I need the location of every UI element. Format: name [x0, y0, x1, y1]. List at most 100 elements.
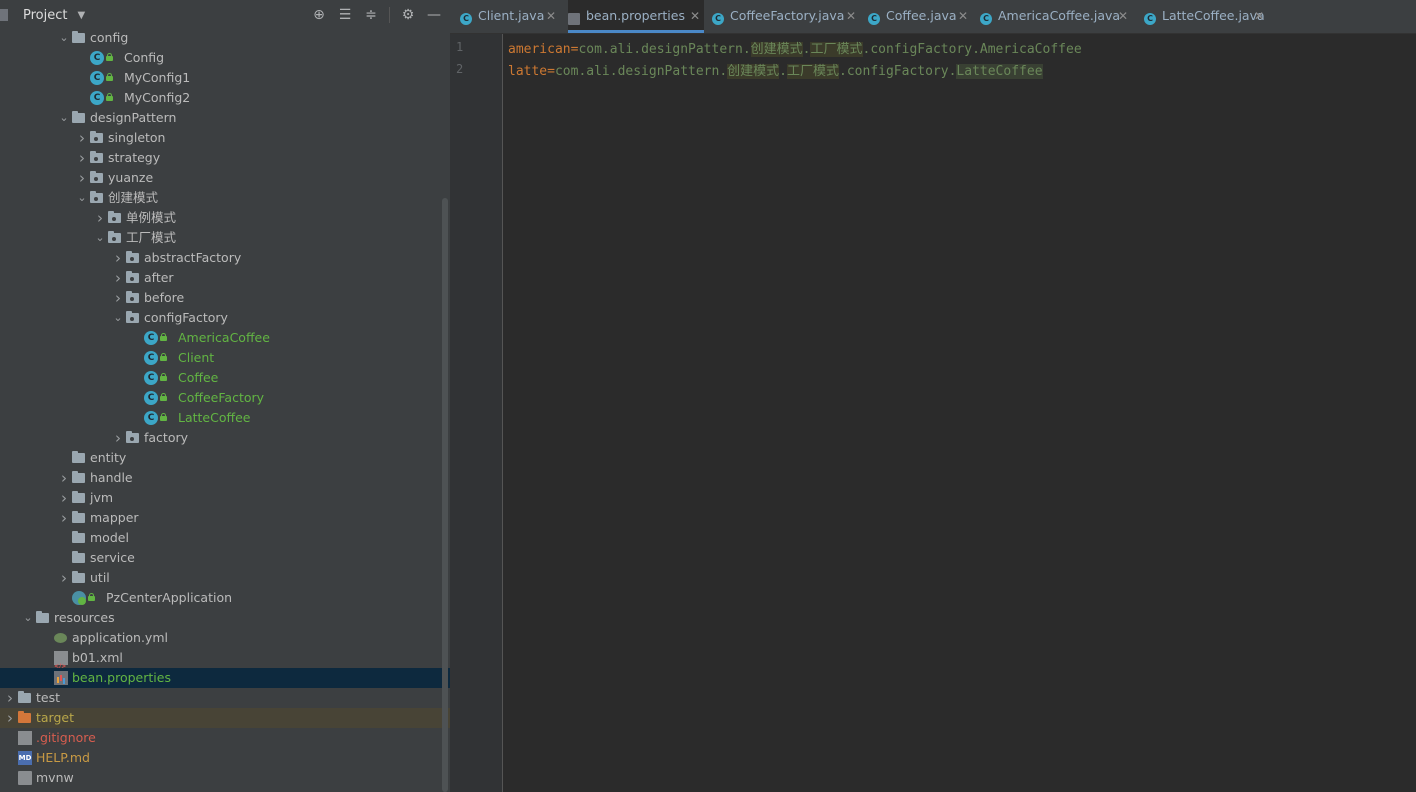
hide-icon[interactable]: —: [424, 5, 444, 25]
close-icon[interactable]: ✕: [1118, 0, 1128, 36]
tree-item[interactable]: ⌄ config: [0, 28, 450, 48]
tree-item-label: util: [90, 570, 110, 585]
tree-item[interactable]: ⌄ configFactory: [0, 308, 450, 328]
tree-scrollbar[interactable]: [442, 198, 448, 792]
code-line[interactable]: american=com.ali.designPattern.创建模式.工厂模式…: [508, 38, 1082, 57]
tree-item[interactable]: › target: [0, 708, 450, 728]
tree-item[interactable]: C Client: [0, 348, 450, 368]
line-number: 2: [456, 62, 464, 76]
settings-icon[interactable]: ⚙: [398, 5, 418, 25]
project-title[interactable]: Project: [23, 8, 67, 23]
expand-all-icon[interactable]: ☰: [335, 5, 355, 25]
tree-item-label: CoffeeFactory: [178, 390, 265, 405]
locate-icon[interactable]: ⊕: [309, 5, 329, 25]
chevron-down-icon[interactable]: ⌄: [76, 188, 88, 208]
tree-item[interactable]: C MyConfig1: [0, 68, 450, 88]
tree-item[interactable]: model: [0, 528, 450, 548]
chevron-right-icon[interactable]: ›: [112, 288, 124, 308]
tree-item[interactable]: C CoffeeFactory: [0, 388, 450, 408]
close-icon[interactable]: ✕: [1254, 0, 1264, 36]
tree-item[interactable]: .gitignore: [0, 728, 450, 748]
package-icon: [126, 251, 140, 265]
class-icon: C: [90, 71, 104, 85]
chevron-right-icon[interactable]: ›: [58, 488, 70, 508]
tree-item[interactable]: › strategy: [0, 148, 450, 168]
tree-item[interactable]: › mapper: [0, 508, 450, 528]
tree-item[interactable]: › 单例模式: [0, 208, 450, 228]
chevron-down-icon[interactable]: ⌄: [58, 28, 70, 48]
tree-item[interactable]: › before: [0, 288, 450, 308]
chevron-down-icon[interactable]: ⌄: [94, 228, 106, 248]
tree-item[interactable]: › factory: [0, 428, 450, 448]
chevron-right-icon[interactable]: ›: [76, 128, 88, 148]
gitignore-file-icon: [18, 731, 32, 745]
tree-item[interactable]: › test: [0, 688, 450, 708]
yaml-file-icon: [54, 631, 68, 645]
folder-icon: [72, 111, 86, 125]
tree-item[interactable]: C AmericaCoffee: [0, 328, 450, 348]
tree-item[interactable]: › jvm: [0, 488, 450, 508]
tree-item[interactable]: service: [0, 548, 450, 568]
chevron-right-icon[interactable]: ›: [58, 468, 70, 488]
chevron-right-icon[interactable]: ›: [112, 268, 124, 288]
tree-item-label: resources: [54, 610, 115, 625]
tree-item[interactable]: › singleton: [0, 128, 450, 148]
tree-item[interactable]: › handle: [0, 468, 450, 488]
chevron-right-icon[interactable]: ›: [112, 248, 124, 268]
code-line[interactable]: latte=com.ali.designPattern.创建模式.工厂模式.co…: [508, 60, 1043, 79]
tree-item[interactable]: C LatteCoffee: [0, 408, 450, 428]
tree-item[interactable]: bean.properties: [0, 668, 450, 688]
tree-item-label: target: [36, 710, 75, 725]
tree-item[interactable]: mvnw: [0, 768, 450, 788]
tree-item[interactable]: MD HELP.md: [0, 748, 450, 768]
chevron-down-icon[interactable]: ⌄: [112, 308, 124, 328]
close-icon[interactable]: ✕: [690, 0, 700, 36]
tree-item[interactable]: › abstractFactory: [0, 248, 450, 268]
close-icon[interactable]: ✕: [846, 0, 856, 36]
editor-tab[interactable]: C LatteCoffee.java ✕: [1144, 0, 1268, 33]
chevron-right-icon[interactable]: ›: [76, 148, 88, 168]
tree-item[interactable]: › yuanze: [0, 168, 450, 188]
editor-tab[interactable]: C Coffee.java ✕: [868, 0, 972, 33]
chevron-right-icon[interactable]: ›: [4, 688, 16, 708]
chevron-down-icon[interactable]: ▼: [77, 10, 85, 21]
tree-item[interactable]: › after: [0, 268, 450, 288]
class-icon: C: [144, 411, 158, 425]
editor-tab[interactable]: C CoffeeFactory.java ✕: [712, 0, 860, 33]
tree-item[interactable]: entity: [0, 448, 450, 468]
package-icon: [126, 291, 140, 305]
chevron-right-icon[interactable]: ›: [58, 568, 70, 588]
spring-app-icon: [72, 591, 86, 605]
chevron-right-icon[interactable]: ›: [76, 168, 88, 188]
tree-item-label: bean.properties: [72, 670, 171, 685]
tree-item[interactable]: b01.xml: [0, 648, 450, 677]
tree-item[interactable]: › util: [0, 568, 450, 588]
close-icon[interactable]: ✕: [958, 0, 968, 36]
tree-item[interactable]: C Coffee: [0, 368, 450, 388]
editor-tab[interactable]: C Client.java ✕: [460, 0, 560, 33]
chevron-right-icon[interactable]: ›: [112, 428, 124, 448]
tree-item[interactable]: application.yml: [0, 628, 450, 648]
editor-tab[interactable]: bean.properties ✕: [568, 0, 704, 33]
tree-item-label: MyConfig2: [124, 90, 191, 105]
chevron-down-icon[interactable]: ⌄: [58, 108, 70, 128]
tree-item[interactable]: ⌄ 工厂模式: [0, 228, 450, 248]
chevron-right-icon[interactable]: ›: [94, 208, 106, 228]
tree-item[interactable]: PzCenterApplication: [0, 588, 450, 608]
tree-item-label: service: [90, 550, 135, 565]
tree-item-label: Client: [178, 350, 215, 365]
tree-item[interactable]: C Config: [0, 48, 450, 68]
close-icon[interactable]: ✕: [546, 0, 556, 36]
folder-icon: [72, 451, 86, 465]
tab-label: Coffee.java: [886, 8, 957, 23]
package-icon: [126, 311, 140, 325]
chevron-right-icon[interactable]: ›: [4, 708, 16, 728]
tree-item[interactable]: ⌄ designPattern: [0, 108, 450, 128]
chevron-down-icon[interactable]: ⌄: [22, 608, 34, 628]
tree-item[interactable]: ⌄ 创建模式: [0, 188, 450, 208]
collapse-all-icon[interactable]: ≑: [361, 5, 381, 25]
tree-item[interactable]: C MyConfig2: [0, 88, 450, 108]
tree-item[interactable]: ⌄ resources: [0, 608, 450, 628]
editor-tab[interactable]: C AmericaCoffee.java ✕: [980, 0, 1132, 33]
chevron-right-icon[interactable]: ›: [58, 508, 70, 528]
